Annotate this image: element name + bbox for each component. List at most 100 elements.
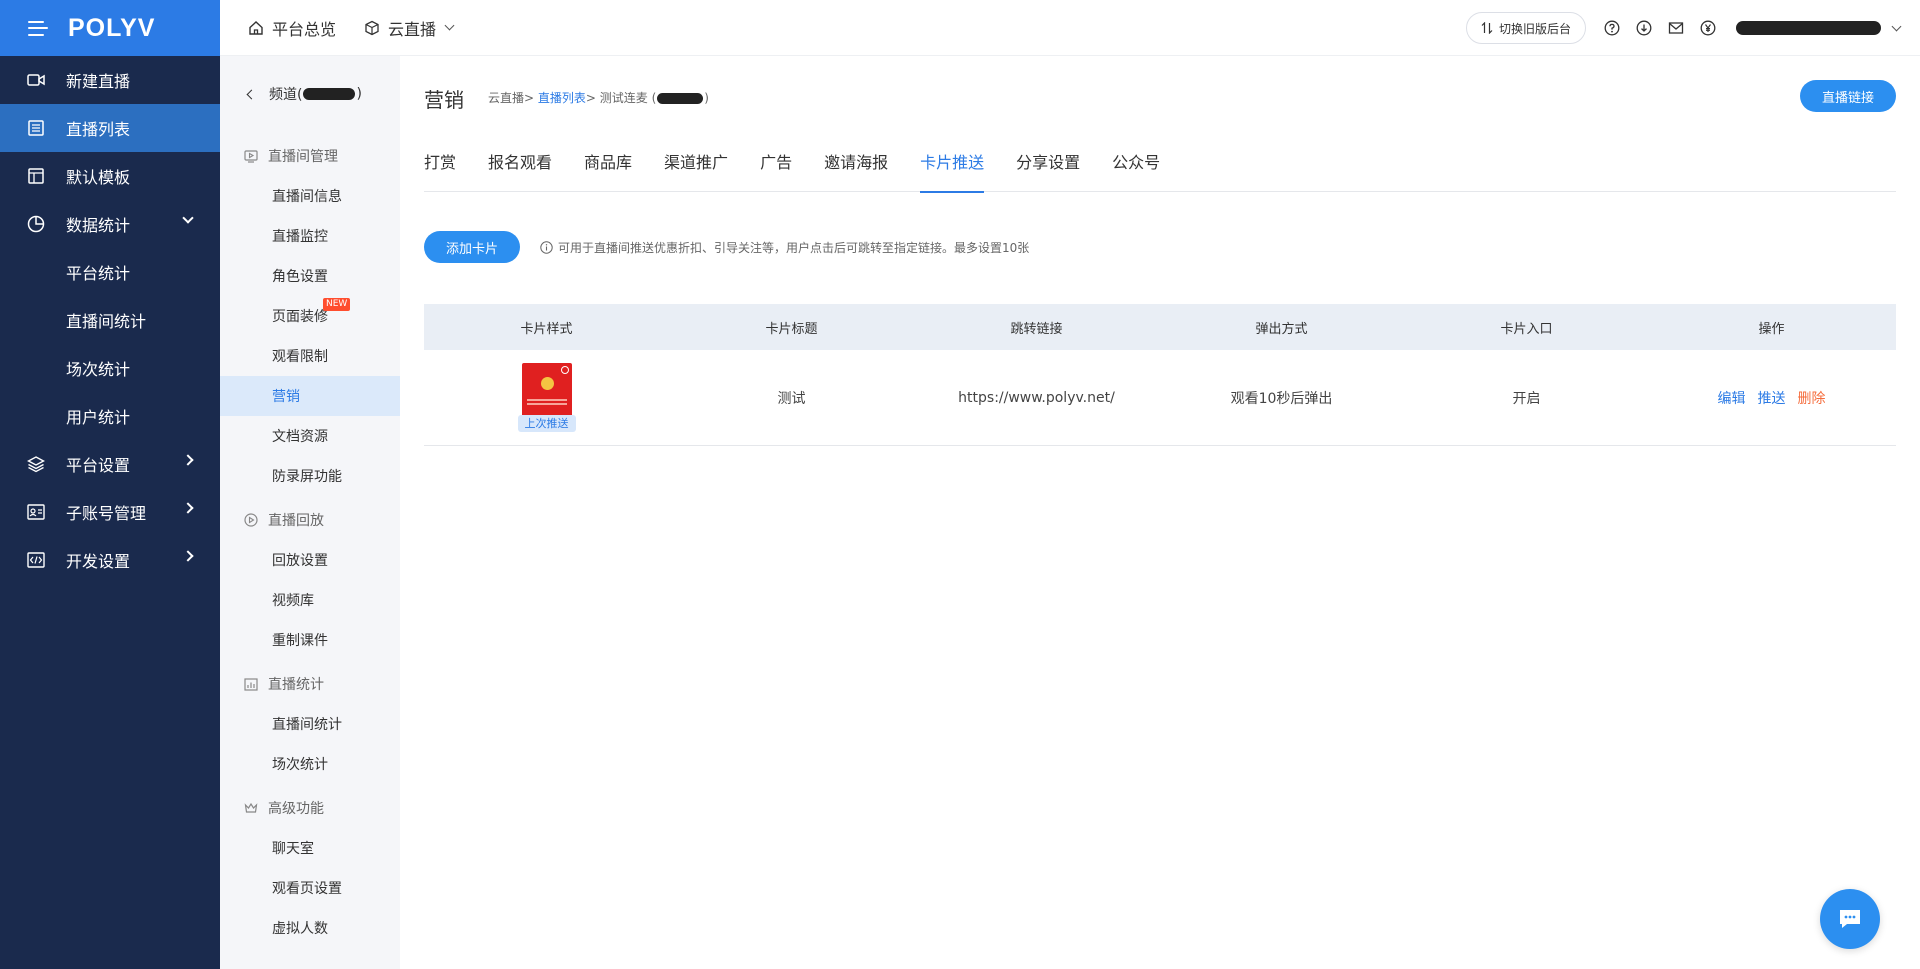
chevron-down-icon[interactable]: [1891, 21, 1902, 31]
chat-support-button[interactable]: [1820, 889, 1880, 949]
playback-icon: [244, 513, 258, 527]
live-link-button[interactable]: 直播链接: [1800, 80, 1896, 112]
nav-item-default-template[interactable]: 默认模板: [0, 152, 220, 200]
nav-item-dev-settings[interactable]: 开发设置: [0, 536, 220, 584]
breadcrumb: 云直播> 直播列表> 测试连麦 (): [488, 89, 709, 106]
nav-item-new-live[interactable]: 新建直播: [0, 56, 220, 104]
nav-item-data-stats[interactable]: 数据统计: [0, 200, 220, 248]
nav-label: 子账号管理: [66, 504, 147, 523]
sub-item-marketing[interactable]: 营销: [220, 376, 400, 416]
swap-icon: [1481, 22, 1493, 34]
cloud-live-dropdown[interactable]: 云直播: [364, 16, 455, 40]
main-sidebar: POLYV 新建直播 直播列表 默认模板 数据统计 平台统计 直播间统计 场次统…: [0, 0, 220, 969]
id-card-icon: [26, 502, 46, 522]
chevron-right-icon: [182, 550, 194, 562]
sub-item-anti-record[interactable]: 防录屏功能: [220, 456, 400, 496]
layers-icon: [26, 454, 46, 474]
sub-item-documents[interactable]: 文档资源: [220, 416, 400, 456]
nav-sub-room-stats[interactable]: 直播间统计: [0, 296, 220, 344]
tab-invite-poster[interactable]: 邀请海报: [824, 148, 888, 192]
sub-item-session-stats[interactable]: 场次统计: [220, 744, 400, 784]
group-live-stats: 直播统计: [220, 664, 400, 704]
tab-card-push[interactable]: 卡片推送: [920, 148, 985, 193]
card-style-cell: 上次推送: [424, 363, 669, 432]
group-room-management: 直播间管理: [220, 136, 400, 176]
tab-official-account[interactable]: 公众号: [1112, 148, 1160, 192]
sub-item-chatroom[interactable]: 聊天室: [220, 828, 400, 868]
nav-label: 开发设置: [66, 552, 131, 571]
channel-submenu: 频道() 直播间管理 直播间信息 直播监控 角色设置 页面装修 NEW 观看限制…: [220, 56, 400, 969]
top-right-tools: 切换旧版后台: [1465, 0, 1902, 56]
overview-label: 平台总览: [272, 19, 337, 39]
video-camera-icon: [26, 70, 46, 90]
nav-sub-platform-stats[interactable]: 平台统计: [0, 248, 220, 296]
new-badge: NEW: [323, 298, 351, 311]
sub-item-watch-restriction[interactable]: 观看限制: [220, 336, 400, 376]
nav-label: 平台设置: [66, 456, 131, 475]
col-header: 跳转链接: [1010, 321, 1063, 337]
nav-item-sub-accounts[interactable]: 子账号管理: [0, 488, 220, 536]
nav-item-live-list[interactable]: 直播列表: [0, 104, 220, 152]
sub-item-label: 页面装修: [272, 309, 328, 325]
group-title: 直播统计: [268, 677, 324, 693]
breadcrumb-root[interactable]: 云直播>: [488, 91, 534, 105]
top-header: 平台总览 云直播 切换旧版后台: [220, 0, 1920, 56]
nav-label: 数据统计: [66, 216, 131, 235]
breadcrumb-live-list[interactable]: 直播列表: [538, 91, 586, 105]
edit-link[interactable]: 编辑: [1718, 388, 1746, 408]
sub-item-playback-settings[interactable]: 回放设置: [220, 540, 400, 580]
sub-item-virtual-viewers[interactable]: 虚拟人数: [220, 908, 400, 948]
code-icon: [26, 550, 46, 570]
sub-item-video-library[interactable]: 视频库: [220, 580, 400, 620]
sub-item-live-monitor[interactable]: 直播监控: [220, 216, 400, 256]
menu-toggle-icon[interactable]: [28, 20, 48, 36]
tab-ads[interactable]: 广告: [760, 148, 792, 192]
card-title-cell: 测试: [777, 390, 806, 407]
yen-icon[interactable]: [1700, 20, 1716, 36]
cube-icon: [364, 20, 380, 36]
page-title: 营销: [424, 88, 464, 112]
card-entry-cell: 开启: [1512, 390, 1541, 407]
sub-item-room-info[interactable]: 直播间信息: [220, 176, 400, 216]
delete-link[interactable]: 删除: [1798, 388, 1826, 408]
sub-item-room-stats[interactable]: 直播间统计: [220, 704, 400, 744]
tab-tipping[interactable]: 打赏: [424, 148, 456, 192]
bar-chart-icon: [244, 677, 258, 691]
sub-item-remake-courseware[interactable]: 重制课件: [220, 620, 400, 660]
sub-item-role-settings[interactable]: 角色设置: [220, 256, 400, 296]
nav-sub-user-stats[interactable]: 用户统计: [0, 392, 220, 440]
chevron-right-icon: [182, 502, 194, 514]
breadcrumb-sep: >: [585, 91, 596, 105]
user-account-redacted[interactable]: [1736, 21, 1881, 35]
tab-channel-promotion[interactable]: 渠道推广: [664, 148, 728, 192]
help-icon[interactable]: [1604, 20, 1620, 36]
redacted-channel-id: [657, 93, 704, 104]
tab-share-settings[interactable]: 分享设置: [1016, 148, 1080, 192]
mail-icon[interactable]: [1668, 20, 1684, 36]
pie-chart-icon: [26, 214, 46, 234]
operations-cell: 编辑 推送 删除: [1649, 388, 1894, 408]
breadcrumb-current-suffix: ): [704, 91, 709, 105]
home-icon: [248, 20, 264, 36]
info-icon: [540, 241, 553, 254]
chevron-left-icon: [246, 89, 257, 99]
tip-text: 可用于直播间推送优惠折扣、引导关注等，用户点击后可跳转至指定链接。最多设置10张: [558, 241, 1030, 255]
tab-registration[interactable]: 报名观看: [488, 148, 552, 192]
nav-label: 默认模板: [66, 168, 131, 187]
tab-products[interactable]: 商品库: [584, 148, 632, 192]
platform-overview-link[interactable]: 平台总览: [248, 16, 336, 40]
nav-item-platform-settings[interactable]: 平台设置: [0, 440, 220, 488]
switch-old-backend-button[interactable]: 切换旧版后台: [1465, 12, 1586, 44]
last-push-badge: 上次推送: [517, 415, 576, 432]
list-icon: [26, 118, 46, 138]
add-card-button[interactable]: 添加卡片: [424, 231, 520, 263]
sub-item-watch-page-settings[interactable]: 观看页设置: [220, 868, 400, 908]
cloud-live-label: 云直播: [388, 19, 437, 39]
chevron-down-icon: [182, 212, 194, 224]
nav-sub-session-stats[interactable]: 场次统计: [0, 344, 220, 392]
download-icon[interactable]: [1636, 20, 1652, 36]
monitor-play-icon: [244, 149, 258, 163]
channel-back-link[interactable]: 频道(): [220, 56, 400, 132]
sub-item-page-decoration[interactable]: 页面装修 NEW: [220, 296, 400, 336]
push-link[interactable]: 推送: [1758, 388, 1786, 408]
